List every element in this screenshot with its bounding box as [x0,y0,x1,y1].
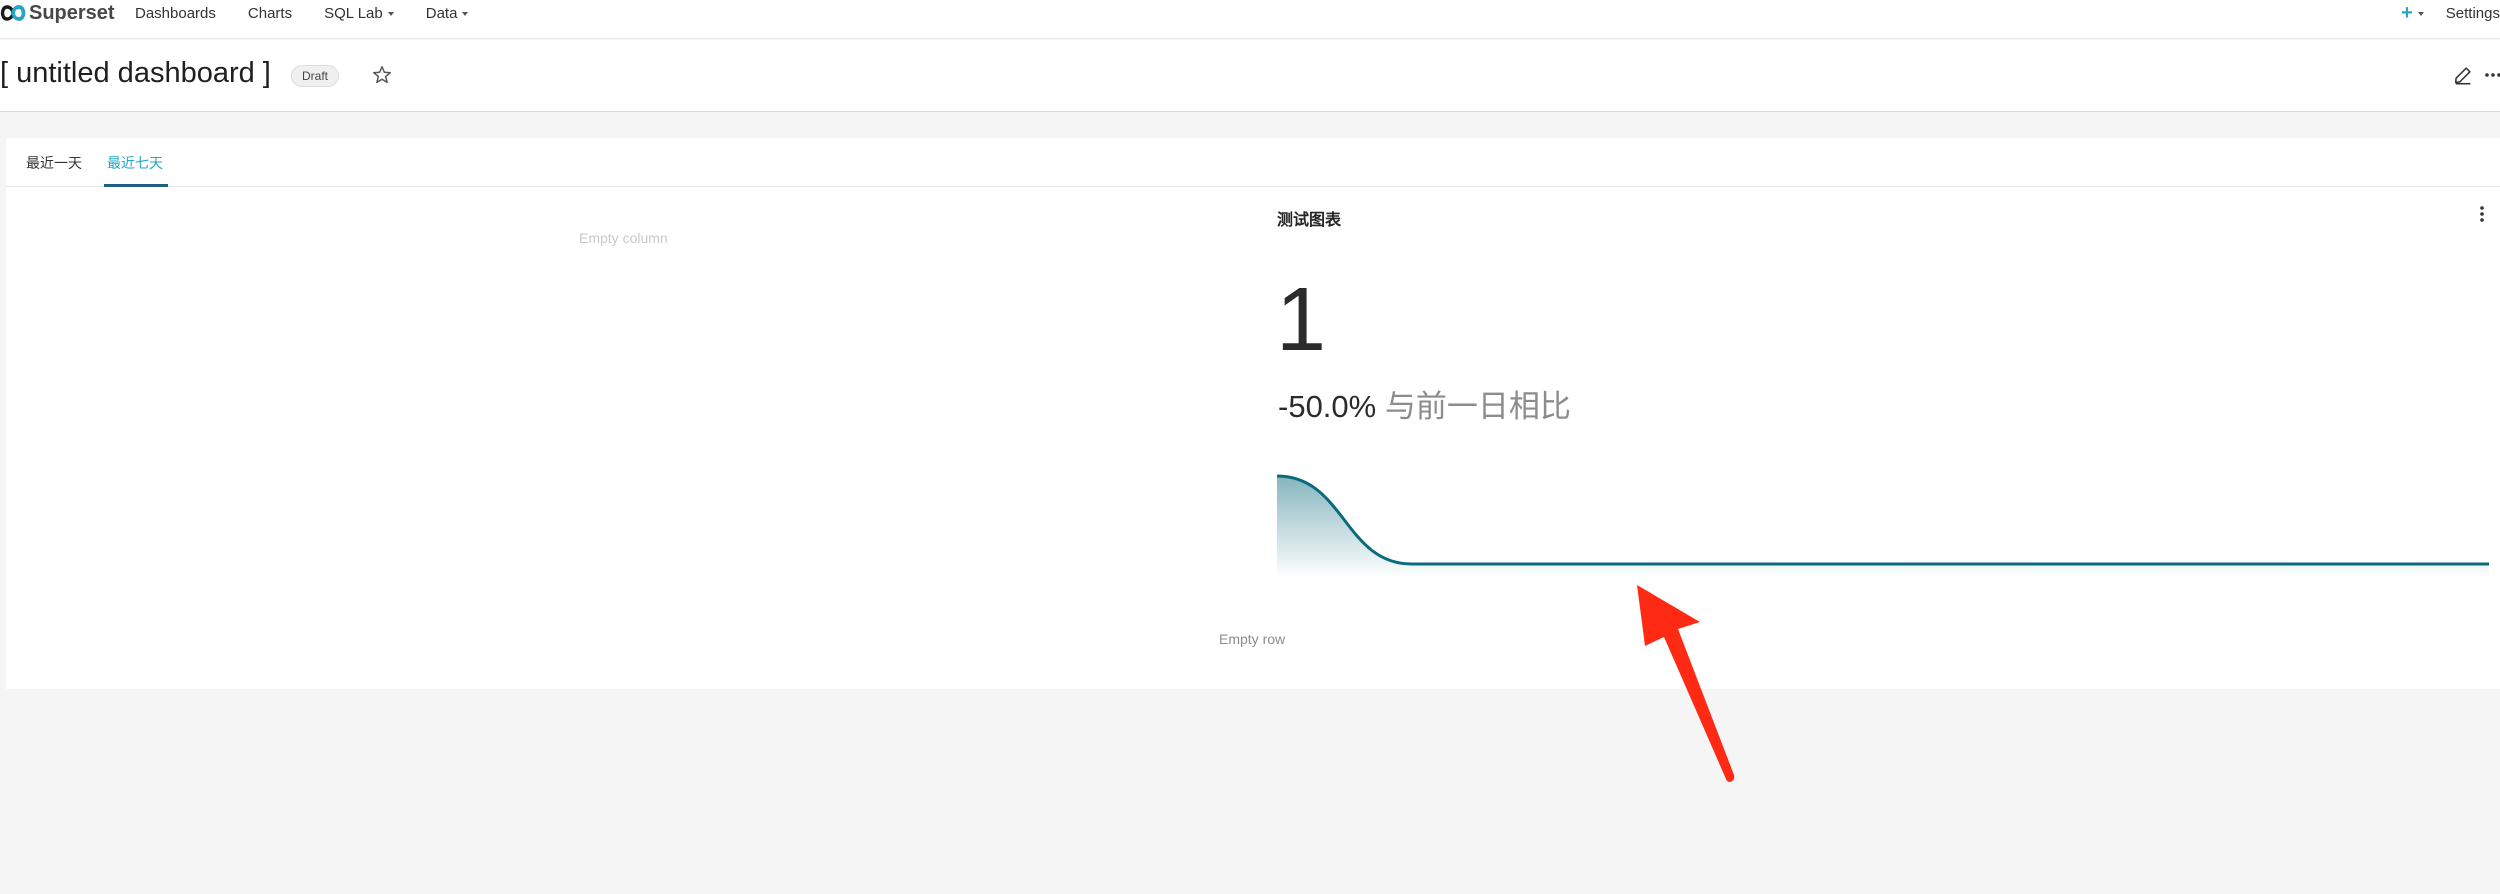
plus-icon: + [2401,1,2413,24]
empty-row-placeholder: Empty row [1219,631,1286,647]
menu-dashboards[interactable]: Dashboards [135,5,216,22]
chart-title: 测试图表 [1277,212,1342,229]
menu-sql-lab[interactable]: SQL Lab [324,5,394,22]
menu-charts-label: Charts [247,4,293,22]
star-icon[interactable] [371,64,393,86]
big-number-value: 1 [1276,270,1327,370]
draft-badge: Draft [291,65,340,87]
nav-right: + Settings [2401,0,2500,26]
active-tab-indicator [104,184,168,187]
trendline-chart [1276,474,2490,578]
menu-data[interactable]: Data [426,5,469,22]
comparison-line: -50.0% 与前一日相比 [1278,381,1571,426]
trendline-series [1276,474,2489,566]
top-navbar: Superset Dashboards Charts SQL Lab Data … [0,0,2500,39]
caret-down-icon [462,11,469,16]
tab-last-seven-days[interactable]: 最近七天 [107,153,163,173]
brand-name: Superset [29,1,115,24]
empty-column-placeholder: Empty column [579,230,668,246]
tab-last-day[interactable]: 最近一天 [26,153,82,173]
caret-down-icon [2417,11,2424,16]
brand[interactable]: Superset [0,0,115,26]
dashboard-header: [ untitled dashboard ] Draft [0,40,2500,112]
superset-logo-icon [0,5,26,21]
dashboard-grid: 最近一天 最近七天 Empty column 测试图表 1 -50.0% 与前一… [6,138,2500,689]
more-horizontal-icon[interactable] [2484,64,2500,86]
menu-data-label: Data [425,4,458,22]
tab-bar: 最近一天 最近七天 [6,138,2500,187]
more-vertical-icon[interactable] [2478,204,2486,224]
edit-pencil-icon[interactable] [2452,64,2474,86]
main-menu: Dashboards Charts SQL Lab Data [135,0,500,26]
new-item-button[interactable]: + [2401,2,2424,25]
percent-change: -50.0% [1278,389,1377,424]
menu-dashboards-label: Dashboards [135,4,216,22]
menu-charts[interactable]: Charts [248,5,292,22]
annotation-arrow-icon [1637,585,1735,782]
menu-sql-lab-label: SQL Lab [324,4,383,22]
caret-down-icon [387,11,394,16]
comparison-label: 与前一日相比 [1384,389,1571,424]
settings-menu[interactable]: Settings [2446,5,2500,22]
dashboard-title[interactable]: [ untitled dashboard ] [0,57,271,90]
